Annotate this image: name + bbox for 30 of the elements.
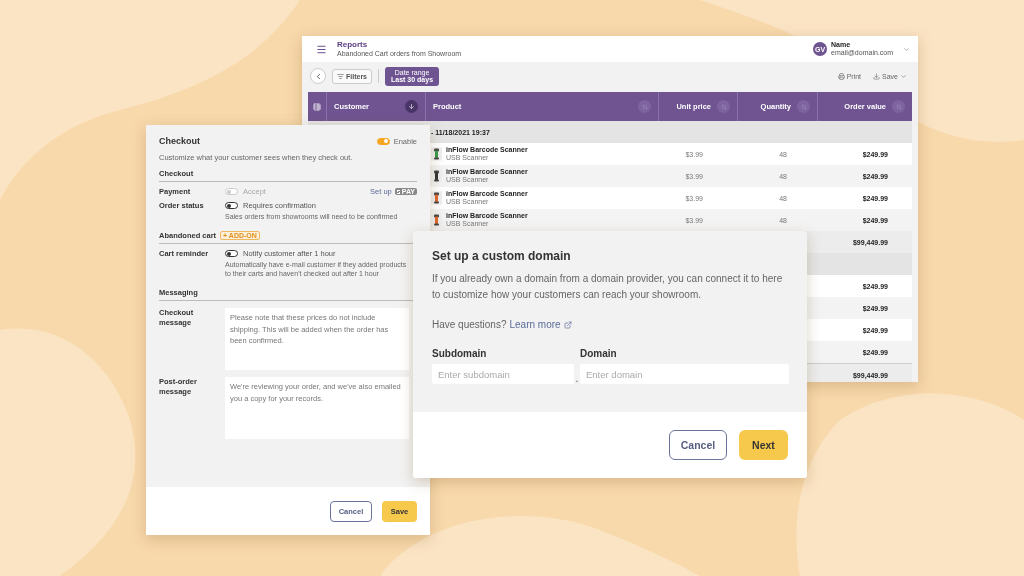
panel-title: Checkout — [159, 136, 200, 146]
filter-icon[interactable] — [337, 72, 344, 80]
cancel-button[interactable]: Cancel — [669, 430, 727, 460]
question-text: Have questions? — [432, 319, 507, 330]
columns-icon[interactable] — [313, 102, 321, 111]
field-label: Domain — [580, 348, 618, 359]
sort-icon[interactable] — [895, 103, 902, 110]
dialog-description: If you already own a domain from a domain provider, you can connect it to here to customize how your customers can reach your showroom. — [432, 272, 784, 302]
toggle-switch[interactable] — [225, 202, 238, 209]
domain-field[interactable]: Enter domain — [580, 364, 789, 384]
table-header-cell[interactable] — [308, 92, 326, 121]
field-label: Subdomain — [432, 348, 488, 359]
learn-more-link[interactable]: Learn more — [509, 319, 561, 330]
page-title: Reports — [337, 40, 369, 50]
printer-icon[interactable] — [837, 72, 845, 80]
subdomain-field[interactable]: Enter subdomain — [432, 364, 574, 384]
caret-icon[interactable] — [900, 72, 907, 80]
next-button[interactable]: Next — [739, 430, 788, 460]
sort-down-icon[interactable] — [408, 103, 415, 110]
download-icon[interactable] — [873, 72, 881, 80]
caret-icon[interactable] — [903, 45, 910, 53]
sort-icon[interactable] — [800, 103, 807, 110]
sort-icon[interactable] — [720, 103, 727, 110]
toggle-switch[interactable] — [225, 250, 238, 258]
menu-icon[interactable] — [316, 43, 327, 55]
toggle-switch[interactable] — [376, 137, 390, 145]
sort-icon[interactable] — [641, 103, 648, 110]
separator-text: . — [574, 373, 580, 384]
external-link-icon[interactable] — [563, 320, 572, 329]
dialog-title: Set up a custom domain — [432, 249, 572, 263]
